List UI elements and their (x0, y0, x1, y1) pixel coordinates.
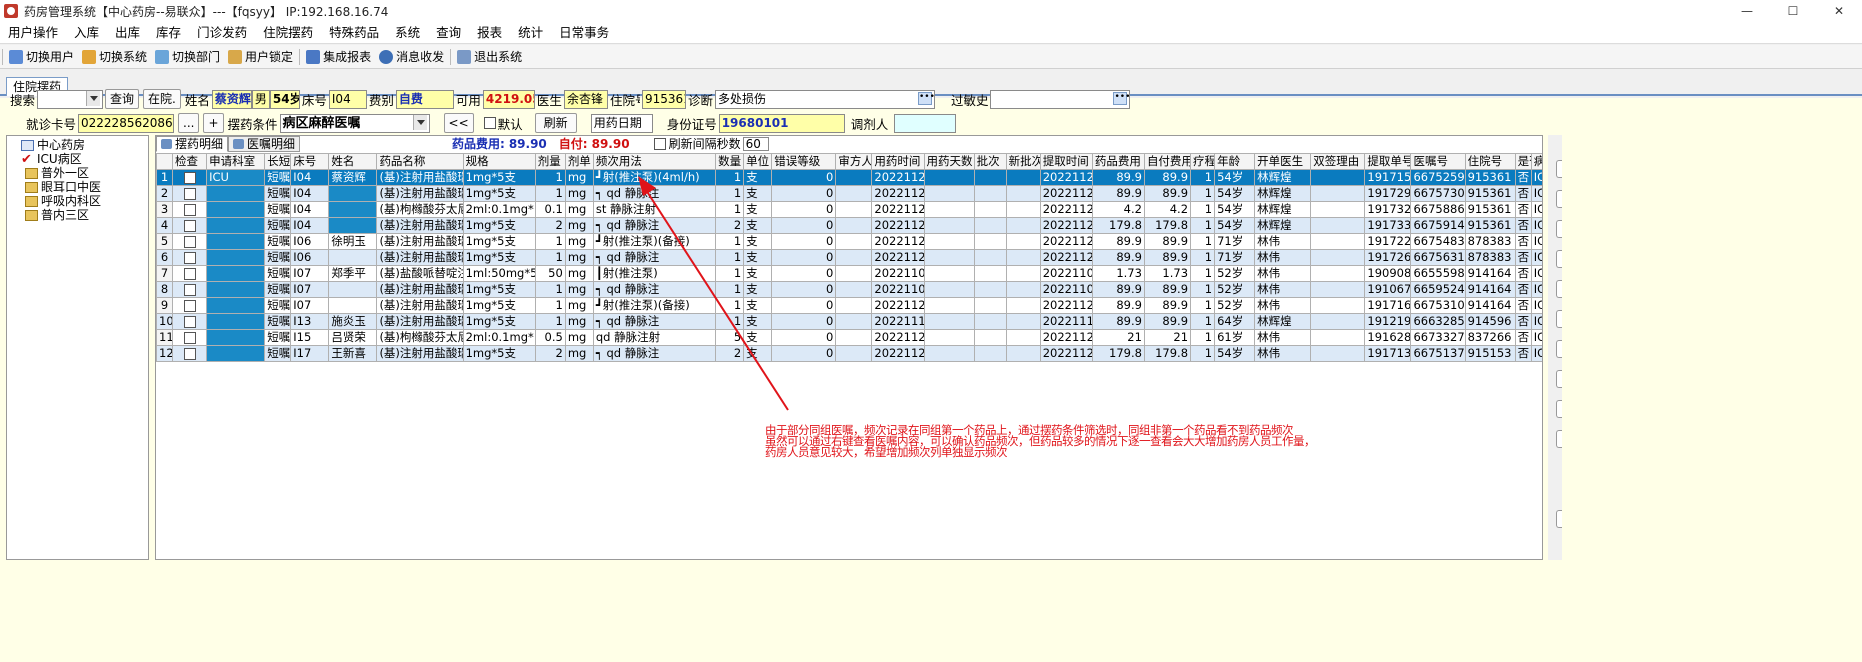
annotation-text: 由于部分同组医嘱，频次记录在同组第一个药品上，通过摆药条件筛选时，同组非第一个药… (765, 424, 1316, 459)
annotation-line-3: 药房人员意见较大，希望增加频次列单独显示频次 (765, 445, 1008, 459)
annotation-arrow (638, 176, 789, 411)
